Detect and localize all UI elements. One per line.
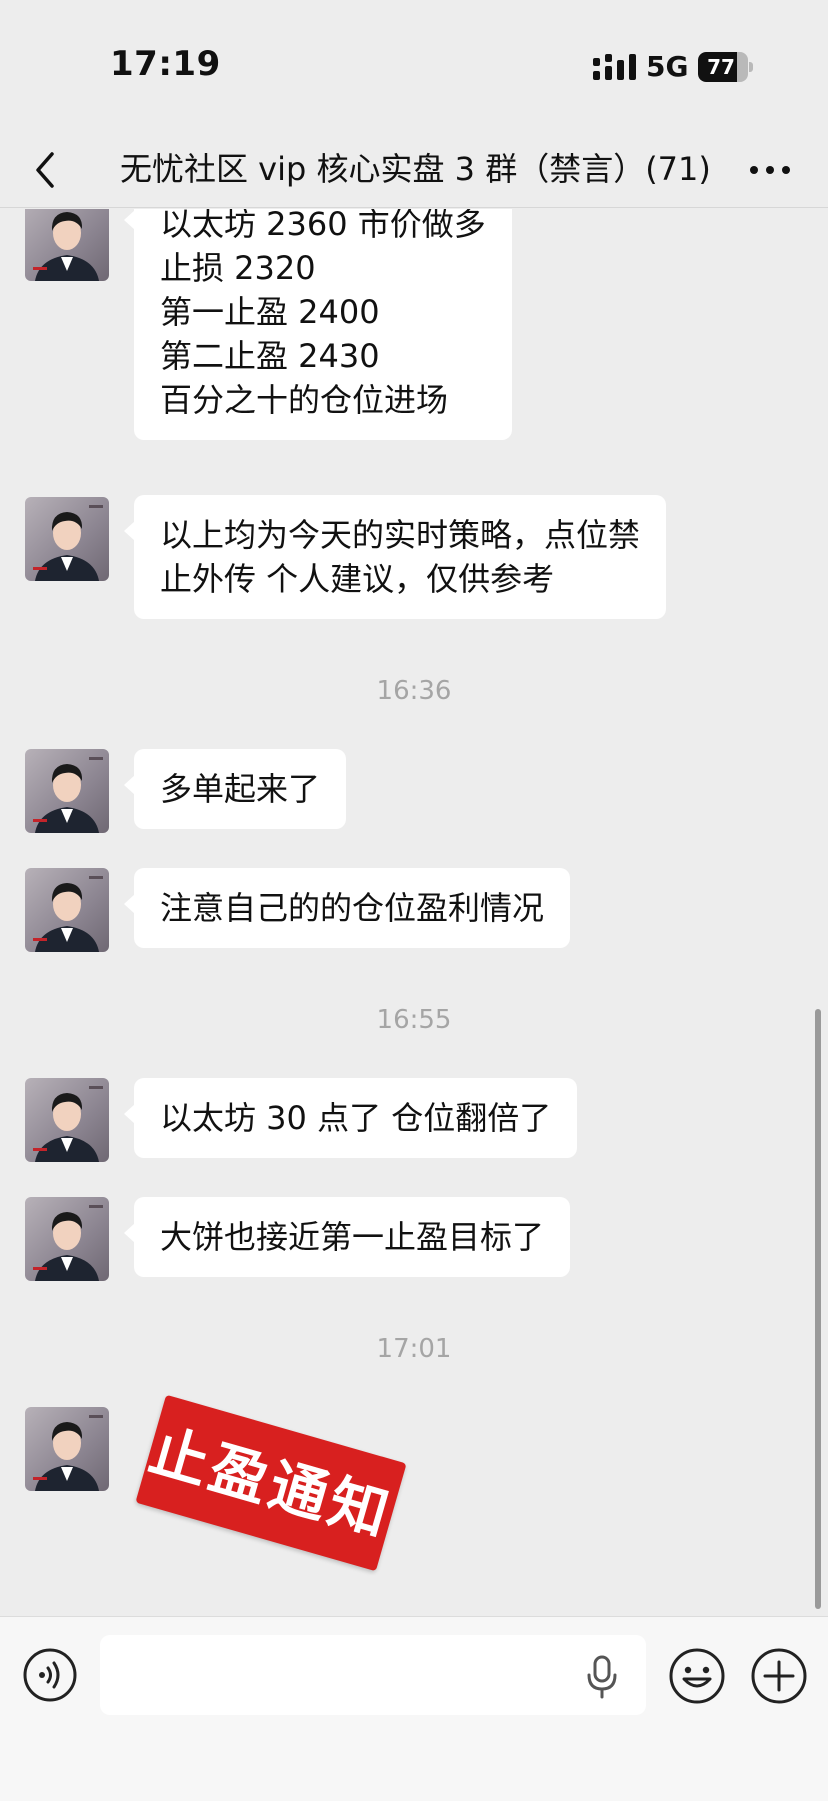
avatar-portrait-icon	[33, 212, 99, 281]
avatar[interactable]	[25, 1197, 109, 1281]
sticker-text: 止盈通知	[142, 1416, 400, 1550]
message-bubble[interactable]: 以太坊 2360 市价做多 止损 2320 第一止盈 2400 第二止盈 243…	[124, 209, 512, 440]
sticker-message[interactable]: 止盈通知	[135, 1394, 407, 1572]
avatar[interactable]	[25, 868, 109, 952]
avatar[interactable]	[25, 1078, 109, 1162]
message-bubble[interactable]: 以上均为今天的实时策略，点位禁 止外传 个人建议，仅供参考	[123, 495, 667, 619]
status-bar: 17:19 5G 77	[0, 0, 828, 130]
microphone-icon	[587, 1655, 617, 1699]
message-bubble[interactable]: 以太坊 30 点了 仓位翻倍了	[123, 1078, 578, 1158]
message-bubble[interactable]: 多单起来了	[123, 749, 347, 829]
battery-body: 77	[698, 52, 748, 82]
avatar[interactable]	[25, 209, 109, 281]
signal-strength-icon	[593, 54, 636, 80]
timestamp: 17:01	[376, 1334, 452, 1364]
battery-tip	[749, 62, 753, 72]
avatar-portrait-icon	[33, 876, 103, 952]
status-time: 17:19	[110, 44, 221, 84]
chat-header: 无忧社区 vip 核心实盘 3 群（禁言）(71)	[0, 130, 828, 208]
message-bubble[interactable]: 注意自己的的仓位盈利情况	[123, 868, 571, 948]
chat-title: 无忧社区 vip 核心实盘 3 群（禁言）(71)	[120, 150, 710, 188]
avatar-portrait-icon	[33, 1415, 103, 1491]
input-bar	[0, 1616, 828, 1801]
battery-level: 77	[707, 55, 735, 79]
voice-toggle-button[interactable]	[22, 1647, 78, 1703]
emoji-icon	[669, 1648, 725, 1704]
plus-icon	[751, 1648, 807, 1704]
back-button[interactable]	[24, 140, 84, 200]
emoji-button[interactable]	[668, 1647, 726, 1705]
message-bubble[interactable]: 大饼也接近第一止盈目标了	[123, 1197, 571, 1277]
more-horizontal-icon	[750, 166, 790, 174]
avatar[interactable]	[25, 497, 109, 581]
message-input[interactable]	[100, 1635, 646, 1715]
more-options-button[interactable]	[740, 140, 800, 200]
avatar-portrait-icon	[33, 505, 103, 581]
timestamp: 16:36	[376, 676, 452, 706]
avatar-portrait-icon	[33, 757, 103, 833]
network-label: 5G	[646, 50, 689, 83]
more-actions-button[interactable]	[750, 1647, 808, 1705]
avatar-portrait-icon	[33, 1205, 103, 1281]
timestamp: 16:55	[376, 1005, 452, 1035]
avatar-portrait-icon	[33, 1086, 103, 1162]
avatar[interactable]	[25, 749, 109, 833]
message-list[interactable]: 以太坊 2360 市价做多 止损 2320 第一止盈 2400 第二止盈 243…	[0, 209, 828, 1615]
voice-icon	[23, 1648, 77, 1702]
scrollbar[interactable]	[815, 1009, 821, 1609]
microphone-button[interactable]	[582, 1653, 622, 1701]
battery-icon: 77	[698, 52, 754, 82]
avatar[interactable]	[25, 1407, 109, 1491]
chevron-left-icon	[36, 152, 54, 188]
